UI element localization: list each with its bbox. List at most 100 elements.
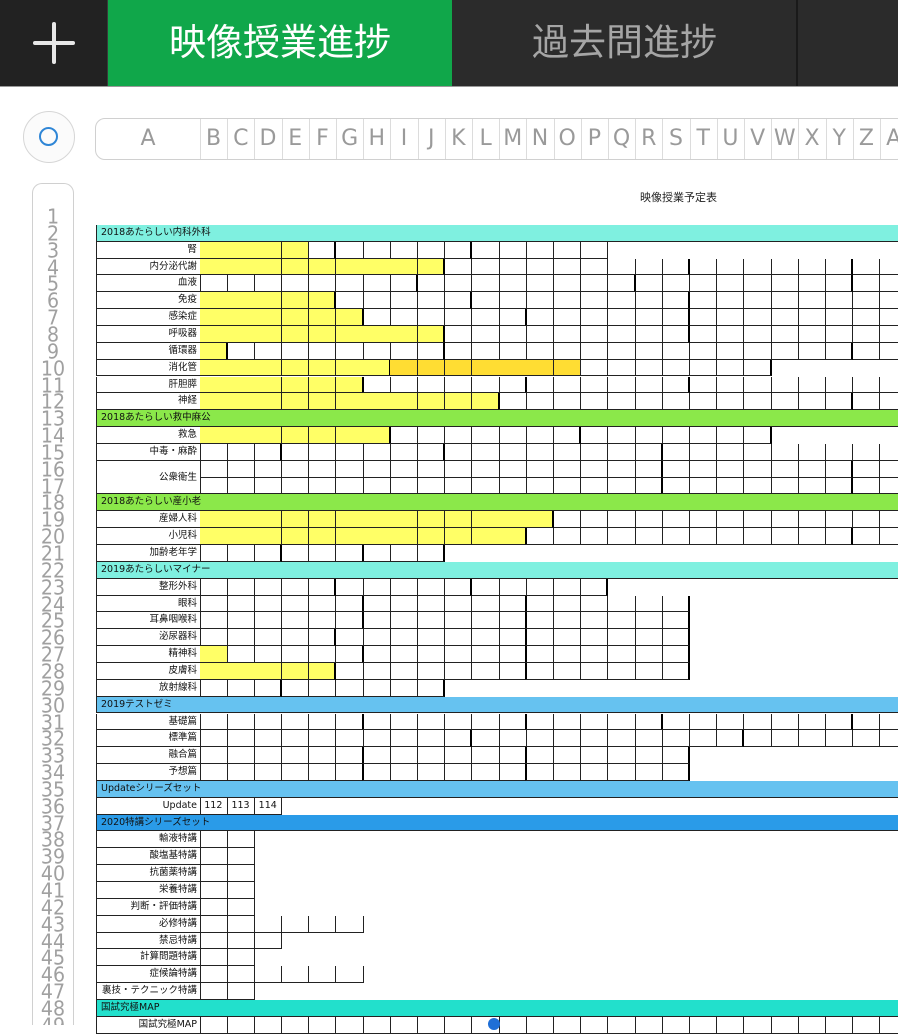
grid-cell[interactable] xyxy=(336,258,364,276)
column-header[interactable]: F xyxy=(309,119,337,159)
grid-cell[interactable] xyxy=(825,511,854,529)
grid-cell[interactable] xyxy=(227,932,255,950)
grid-cell[interactable] xyxy=(336,309,364,326)
grid-cell[interactable] xyxy=(254,528,283,545)
row-label[interactable]: 禁忌特講 xyxy=(96,932,201,950)
grid-cell[interactable] xyxy=(200,764,228,781)
row-label[interactable]: 酸塩基特講 xyxy=(96,848,201,866)
grid-cell[interactable] xyxy=(580,713,609,731)
grid-cell[interactable] xyxy=(798,376,827,394)
grid-cell[interactable] xyxy=(417,662,446,680)
grid-cell[interactable] xyxy=(635,443,663,461)
column-header[interactable]: U xyxy=(717,119,745,159)
grid-cell[interactable] xyxy=(227,966,255,984)
grid-cell[interactable] xyxy=(308,578,337,596)
grid-cell[interactable] xyxy=(308,1016,337,1034)
row-label[interactable]: 耳鼻咽喉科 xyxy=(96,612,201,630)
grid-cell[interactable] xyxy=(526,730,555,748)
grid-cell[interactable] xyxy=(689,511,718,529)
grid-cell[interactable] xyxy=(336,292,364,310)
grid-cell[interactable] xyxy=(308,545,337,562)
column-header[interactable]: B xyxy=(200,119,229,159)
grid-cell[interactable] xyxy=(553,393,582,411)
grid-cell[interactable] xyxy=(417,359,446,377)
grid-cell[interactable] xyxy=(417,393,446,411)
grid-cell[interactable] xyxy=(771,258,799,276)
grid-cell[interactable] xyxy=(390,612,419,630)
grid-cell[interactable] xyxy=(608,629,636,647)
grid-cell[interactable] xyxy=(336,730,364,748)
grid-cell[interactable] xyxy=(281,966,310,984)
grid-cell[interactable] xyxy=(526,393,555,411)
grid-cell[interactable] xyxy=(444,376,473,394)
grid-cell[interactable] xyxy=(771,325,799,343)
grid-cell[interactable] xyxy=(852,309,881,326)
grid-cell[interactable] xyxy=(526,427,555,444)
column-header[interactable]: M xyxy=(499,119,528,159)
grid-cell[interactable] xyxy=(227,528,255,545)
grid-cell[interactable] xyxy=(526,764,555,781)
grid-cell[interactable] xyxy=(553,595,582,613)
grid-cell[interactable] xyxy=(499,460,527,478)
grid-cell[interactable] xyxy=(227,545,255,562)
grid-cell[interactable] xyxy=(308,966,337,984)
grid-cell[interactable] xyxy=(308,275,337,293)
grid-cell[interactable] xyxy=(444,629,473,647)
row-label[interactable]: 眼科 xyxy=(96,595,201,613)
grid-cell[interactable] xyxy=(771,275,799,293)
row-label[interactable]: 循環器 xyxy=(96,342,201,360)
grid-cell[interactable] xyxy=(798,528,827,545)
grid-cell[interactable] xyxy=(852,713,881,731)
grid-cell[interactable] xyxy=(798,477,827,495)
grid-cell[interactable] xyxy=(200,528,228,545)
grid-cell[interactable] xyxy=(281,292,310,310)
grid-cell[interactable] xyxy=(798,460,827,478)
grid-cell[interactable] xyxy=(635,325,663,343)
select-all-button[interactable] xyxy=(23,111,75,163)
grid-cell[interactable] xyxy=(336,662,364,680)
grid-cell[interactable] xyxy=(308,612,337,630)
grid-cell[interactable] xyxy=(254,511,283,529)
grid-cell[interactable] xyxy=(254,679,283,697)
grid-cell[interactable] xyxy=(363,393,391,411)
grid-cell[interactable] xyxy=(200,376,228,394)
grid-cell[interactable] xyxy=(580,764,609,781)
grid-cell[interactable] xyxy=(526,477,555,495)
grid-cell[interactable] xyxy=(499,427,527,444)
grid-cell[interactable] xyxy=(336,359,364,377)
grid-cell[interactable] xyxy=(417,241,446,259)
grid-cell[interactable] xyxy=(308,325,337,343)
grid-cell[interactable] xyxy=(499,443,527,461)
grid-cell[interactable] xyxy=(336,747,364,765)
grid-cell[interactable] xyxy=(608,747,636,765)
grid-cell[interactable] xyxy=(798,730,827,748)
grid-cell[interactable] xyxy=(227,646,255,663)
grid-cell[interactable] xyxy=(200,730,228,748)
grid-cell[interactable] xyxy=(662,427,691,444)
grid-cell[interactable] xyxy=(363,258,391,276)
grid-cell[interactable] xyxy=(254,342,283,360)
row-label[interactable]: 標準篇 xyxy=(96,730,201,748)
grid-cell[interactable] xyxy=(308,764,337,781)
grid-cell[interactable] xyxy=(744,511,772,529)
grid-cell[interactable] xyxy=(472,646,500,663)
grid-cell[interactable] xyxy=(526,713,555,731)
column-header[interactable]: T xyxy=(690,119,718,159)
grid-cell[interactable] xyxy=(227,477,255,495)
grid-cell[interactable] xyxy=(744,359,772,377)
grid-cell[interactable] xyxy=(499,275,527,293)
grid-cell[interactable] xyxy=(417,747,446,765)
grid-cell[interactable] xyxy=(744,292,772,310)
grid-cell[interactable] xyxy=(689,713,718,731)
grid-cell[interactable] xyxy=(825,275,854,293)
grid-cell[interactable] xyxy=(635,275,663,293)
grid-cell[interactable] xyxy=(662,275,691,293)
grid-cell[interactable] xyxy=(363,359,391,377)
grid-cell[interactable] xyxy=(716,730,745,748)
grid-cell[interactable] xyxy=(281,477,310,495)
grid-cell[interactable] xyxy=(689,325,718,343)
grid-cell[interactable] xyxy=(499,578,527,596)
grid-cell[interactable] xyxy=(417,258,446,276)
grid-cell[interactable] xyxy=(689,477,718,495)
grid-cell[interactable] xyxy=(444,258,473,276)
